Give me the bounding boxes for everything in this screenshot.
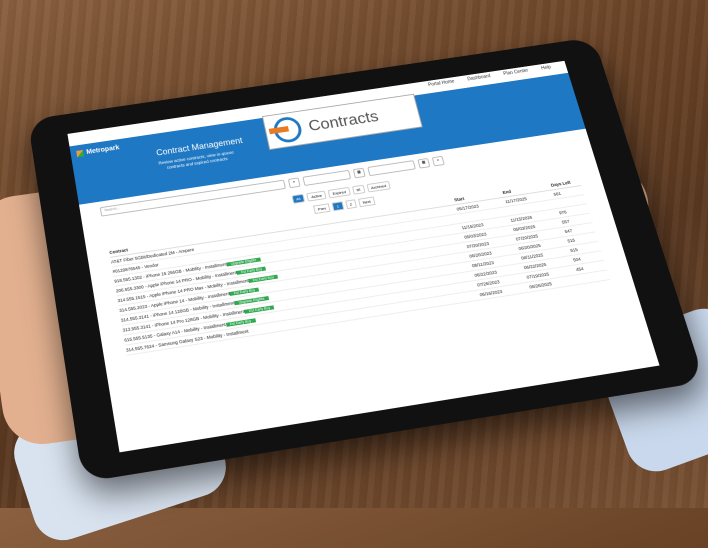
end-date-field[interactable] bbox=[367, 160, 416, 177]
filter-ir[interactable]: IR bbox=[351, 184, 366, 195]
tablet-wrapper: Portal Home Dashboard Plan Center Help M… bbox=[0, 0, 708, 508]
pager-next[interactable]: Next bbox=[357, 196, 376, 208]
filter-active[interactable]: Active bbox=[306, 190, 327, 202]
logo-icon bbox=[76, 149, 85, 158]
search-icon-2[interactable]: ⌕ bbox=[431, 155, 445, 167]
filter-all[interactable]: All bbox=[291, 193, 306, 204]
arrow-icon bbox=[268, 126, 290, 135]
tablet-device: Portal Home Dashboard Plan Center Help M… bbox=[27, 37, 705, 483]
contracts-banner-title: Contracts bbox=[306, 107, 381, 135]
calendar-icon[interactable]: ▦ bbox=[352, 167, 366, 179]
brand-name: Metropark bbox=[85, 144, 120, 156]
tablet-screen: Portal Home Dashboard Plan Center Help M… bbox=[67, 60, 660, 453]
brand-logo[interactable]: Metropark bbox=[76, 145, 120, 158]
cell-days bbox=[578, 272, 609, 281]
pager-prev[interactable]: Prev bbox=[313, 203, 331, 215]
pager-page-1[interactable]: 1 bbox=[331, 201, 344, 212]
contracts-icon bbox=[268, 115, 304, 145]
start-date-field[interactable] bbox=[302, 169, 352, 186]
calendar-icon-2[interactable]: ▦ bbox=[417, 157, 431, 169]
search-icon[interactable]: ⌕ bbox=[287, 177, 301, 189]
pager-page-2[interactable]: 2 bbox=[344, 199, 357, 210]
